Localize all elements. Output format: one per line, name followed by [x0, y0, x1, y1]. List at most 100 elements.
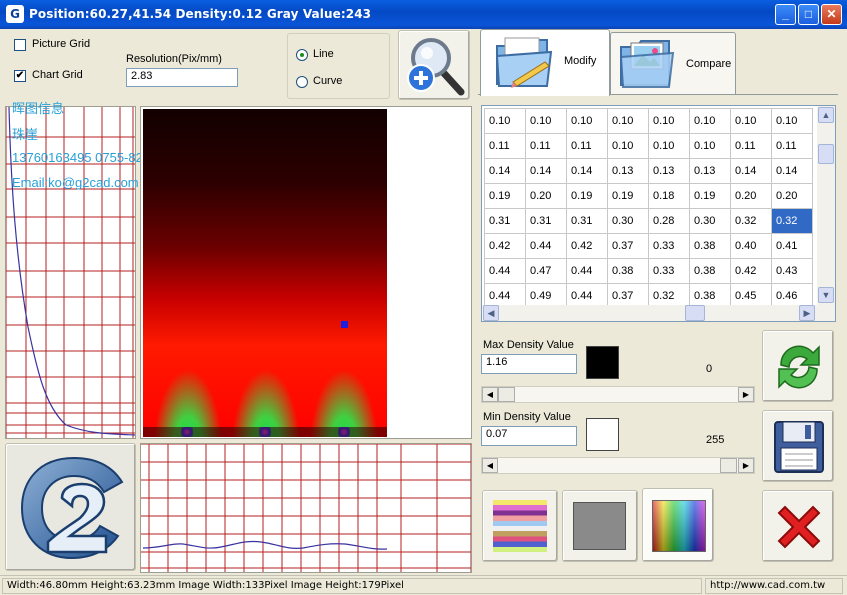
table-cell[interactable]: 0.44	[484, 258, 526, 284]
density-heatmap[interactable]	[143, 109, 387, 437]
max-density-input[interactable]: 1.16	[481, 354, 577, 374]
position-marker[interactable]	[341, 321, 348, 328]
close-button[interactable]: ✕	[821, 4, 842, 25]
chart-grid-checkbox[interactable]: ✔	[14, 70, 26, 82]
app-icon[interactable]: G	[6, 5, 24, 23]
table-cell[interactable]: 0.42	[566, 233, 608, 259]
table-cell[interactable]: 0.19	[607, 183, 649, 209]
table-cell[interactable]: 0.10	[566, 108, 608, 134]
save-button[interactable]	[762, 410, 834, 482]
curve-radio[interactable]	[296, 76, 308, 88]
table-cell[interactable]: 0.10	[771, 108, 813, 134]
horizontal-scroll-thumb[interactable]	[685, 305, 705, 321]
table-cell[interactable]: 0.11	[484, 133, 526, 159]
table-cell[interactable]: 0.37	[607, 233, 649, 259]
table-cell[interactable]: 0.13	[648, 158, 690, 184]
scroll-left-button[interactable]: ◀	[483, 305, 499, 321]
table-vertical-scrollbar[interactable]: ▲ ▼	[817, 106, 835, 305]
table-cell[interactable]: 0.18	[648, 183, 690, 209]
minimize-button[interactable]: _	[775, 4, 796, 25]
table-cell[interactable]: 0.33	[648, 258, 690, 284]
table-cell[interactable]: 0.41	[771, 233, 813, 259]
table-cell[interactable]: 0.38	[689, 258, 731, 284]
palette-spectrum-button[interactable]	[642, 488, 714, 562]
table-cell[interactable]: 0.38	[689, 233, 731, 259]
scroll-right-button[interactable]: ▶	[799, 305, 815, 321]
palette-stripes-button[interactable]	[482, 490, 558, 562]
table-row[interactable]: 0.31 0.31 0.31 0.30 0.28 0.30 0.32 0.32	[484, 208, 813, 234]
table-cell[interactable]: 0.19	[689, 183, 731, 209]
table-cell[interactable]: 0.42	[730, 258, 772, 284]
max-slider-thumb[interactable]	[498, 387, 515, 402]
table-cell[interactable]: 0.13	[607, 158, 649, 184]
density-grid[interactable]: 0.10 0.10 0.10 0.10 0.10 0.10 0.10 0.10 0.11 0.11…	[484, 108, 813, 309]
refresh-button[interactable]	[762, 330, 834, 402]
table-cell[interactable]: 0.20	[730, 183, 772, 209]
table-cell[interactable]: 0.14	[525, 158, 567, 184]
max-slider-left-button[interactable]: ◀	[482, 387, 498, 402]
table-row[interactable]: 0.44 0.47 0.44 0.38 0.33 0.38 0.42 0.43	[484, 258, 813, 284]
resolution-input[interactable]: 2.83	[126, 68, 238, 87]
table-cell[interactable]: 0.44	[566, 258, 608, 284]
density-image-panel[interactable]	[140, 106, 472, 439]
status-url[interactable]: http://www.cad.com.tw	[705, 578, 843, 594]
table-cell[interactable]: 0.11	[730, 133, 772, 159]
palette-gray-button[interactable]	[562, 490, 638, 562]
table-cell[interactable]: 0.47	[525, 258, 567, 284]
table-row[interactable]: 0.10 0.10 0.10 0.10 0.10 0.10 0.10 0.10	[484, 108, 813, 134]
table-cell[interactable]: 0.28	[648, 208, 690, 234]
table-cell[interactable]: 0.30	[607, 208, 649, 234]
table-cell[interactable]: 0.14	[730, 158, 772, 184]
table-cell[interactable]: 0.14	[484, 158, 526, 184]
min-slider-left-button[interactable]: ◀	[482, 458, 498, 473]
table-cell[interactable]: 0.44	[525, 233, 567, 259]
table-cell[interactable]: 0.38	[607, 258, 649, 284]
min-slider-thumb[interactable]	[720, 458, 737, 473]
table-cell[interactable]: 0.19	[566, 183, 608, 209]
tab-modify[interactable]: Modify	[480, 29, 610, 96]
table-cell[interactable]: 0.19	[484, 183, 526, 209]
table-cell[interactable]: 0.10	[607, 133, 649, 159]
table-cell[interactable]: 0.31	[484, 208, 526, 234]
scroll-up-button[interactable]: ▲	[818, 107, 834, 123]
table-cell[interactable]: 0.10	[730, 108, 772, 134]
max-slider-right-button[interactable]: ▶	[738, 387, 754, 402]
table-cell[interactable]: 0.14	[566, 158, 608, 184]
max-density-swatch[interactable]	[586, 346, 619, 379]
table-row[interactable]: 0.19 0.20 0.19 0.19 0.18 0.19 0.20 0.20	[484, 183, 813, 209]
table-cell[interactable]: 0.40	[730, 233, 772, 259]
table-cell[interactable]: 0.10	[648, 108, 690, 134]
table-cell[interactable]: 0.31	[525, 208, 567, 234]
table-row[interactable]: 0.11 0.11 0.11 0.10 0.10 0.10 0.11 0.11	[484, 133, 813, 159]
table-cell[interactable]: 0.10	[607, 108, 649, 134]
table-cell[interactable]: 0.13	[689, 158, 731, 184]
table-cell[interactable]: 0.10	[484, 108, 526, 134]
density-table[interactable]: 0.10 0.10 0.10 0.10 0.10 0.10 0.10 0.10 0.11 0.11…	[481, 105, 836, 322]
table-cell[interactable]: 0.42	[484, 233, 526, 259]
max-density-slider[interactable]: ◀ ▶	[481, 386, 755, 403]
title-bar[interactable]: G Position:60.27,41.54 Density:0.12 Gray…	[0, 0, 847, 29]
zoom-button[interactable]	[398, 30, 470, 100]
delete-button[interactable]	[762, 490, 834, 562]
table-cell[interactable]: 0.32	[730, 208, 772, 234]
table-cell[interactable]: 0.10	[648, 133, 690, 159]
table-cell[interactable]: 0.20	[771, 183, 813, 209]
table-cell[interactable]: 0.11	[771, 133, 813, 159]
min-slider-right-button[interactable]: ▶	[738, 458, 754, 473]
vertical-scroll-thumb[interactable]	[818, 144, 834, 164]
table-row[interactable]: 0.42 0.44 0.42 0.37 0.33 0.38 0.40 0.41	[484, 233, 813, 259]
table-cell[interactable]: 0.14	[771, 158, 813, 184]
table-cell[interactable]: 0.31	[566, 208, 608, 234]
scroll-down-button[interactable]: ▼	[818, 287, 834, 303]
min-density-swatch[interactable]	[586, 418, 619, 451]
table-cell[interactable]: 0.10	[689, 133, 731, 159]
table-cell[interactable]: 0.43	[771, 258, 813, 284]
table-cell[interactable]: 0.11	[525, 133, 567, 159]
picture-grid-checkbox[interactable]	[14, 39, 26, 51]
table-cell[interactable]: 0.20	[525, 183, 567, 209]
table-cell[interactable]: 0.11	[566, 133, 608, 159]
table-cell[interactable]: 0.33	[648, 233, 690, 259]
min-density-input[interactable]: 0.07	[481, 426, 577, 446]
line-radio[interactable]	[296, 49, 308, 61]
table-cell[interactable]: 0.10	[689, 108, 731, 134]
